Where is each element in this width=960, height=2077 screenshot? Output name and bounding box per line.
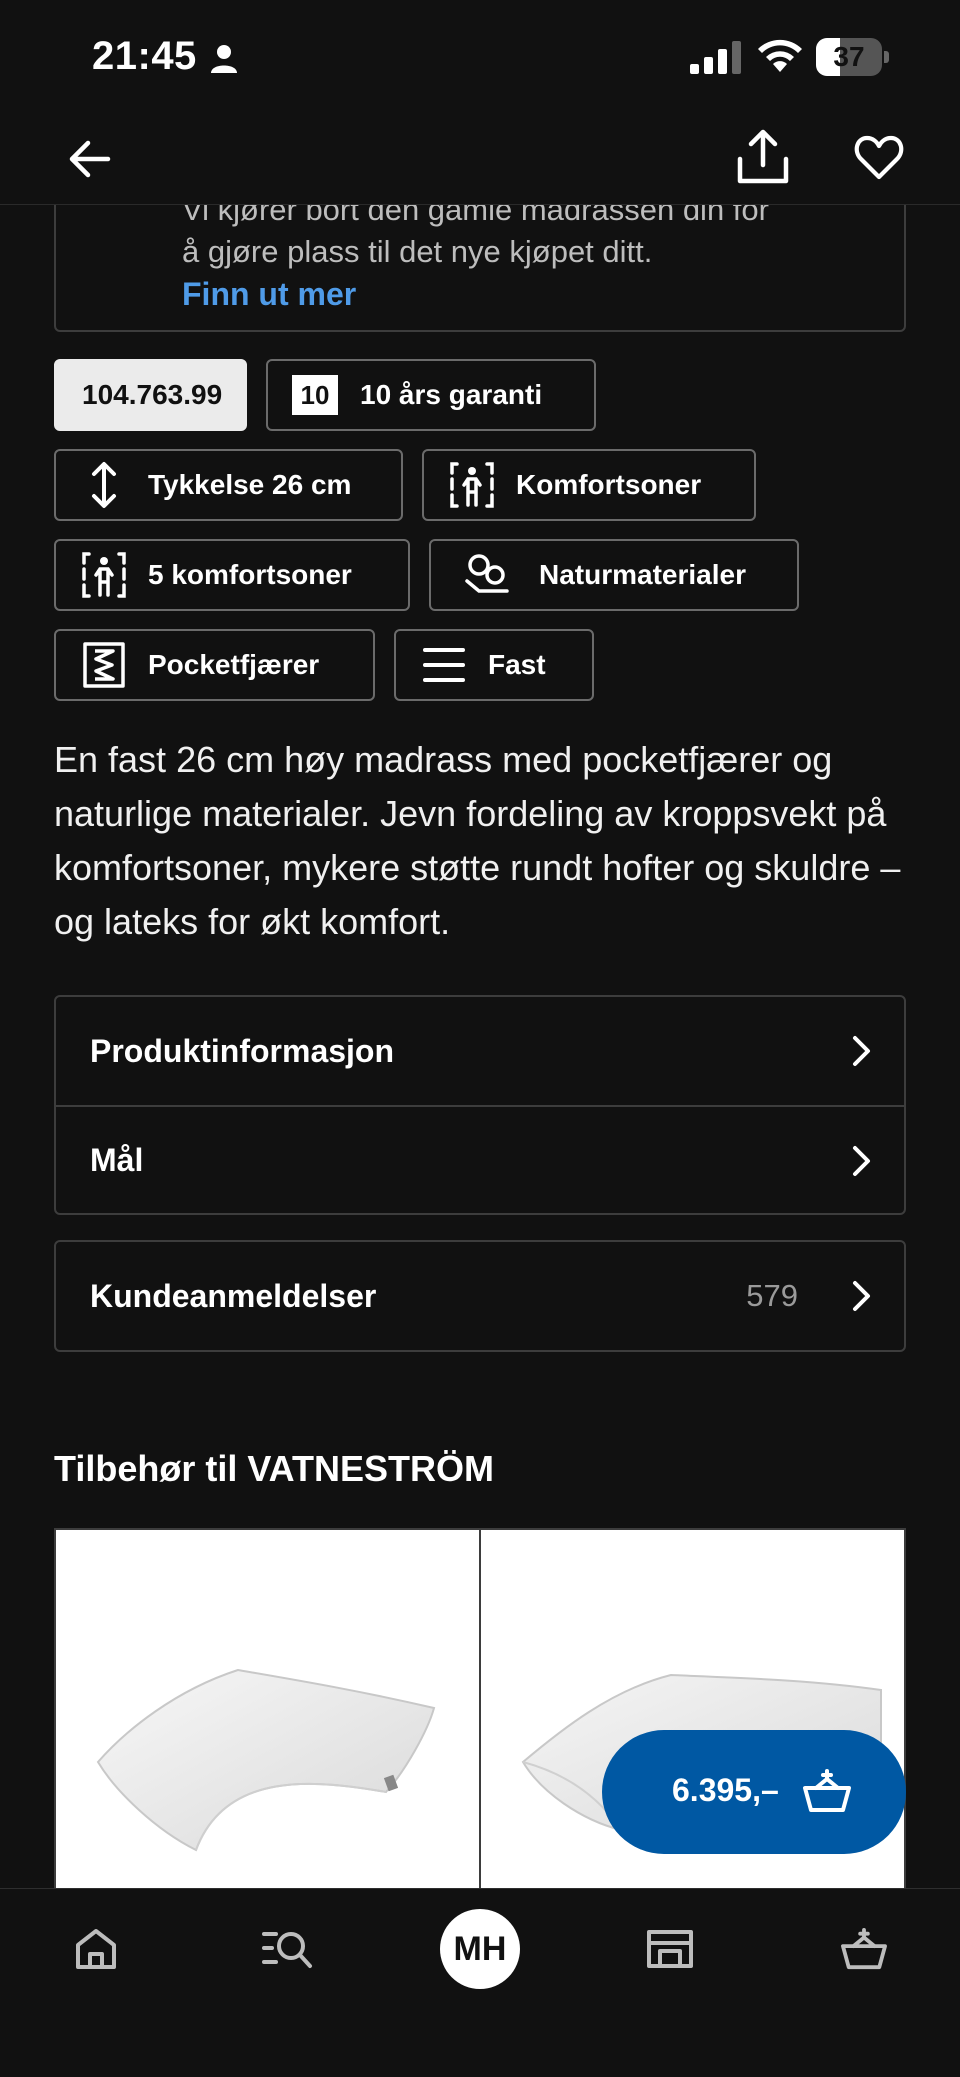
five-comfort-zones-chip[interactable]: 5 komfortsoner xyxy=(54,539,410,611)
chevron-right-icon xyxy=(853,1036,870,1066)
basket-icon xyxy=(841,1927,887,1970)
dimensions-label: Mål xyxy=(90,1141,144,1178)
top-navigation-bar xyxy=(0,115,960,205)
firmness-lines-icon xyxy=(420,641,468,689)
comfort-zones-chip[interactable]: Komfortsoner xyxy=(422,449,756,521)
customer-reviews-label: Kundeanmeldelser xyxy=(90,1277,377,1314)
add-to-cart-button[interactable]: 6.395,– xyxy=(602,1730,906,1854)
cart-price: 6.395,– xyxy=(672,1772,779,1808)
service-text-line-2: å gjøre plass til det nye kjøpet ditt. xyxy=(182,234,653,269)
product-information-label: Produktinformasjon xyxy=(90,1032,395,1069)
store-icon xyxy=(647,1930,693,1968)
dimensions-row[interactable]: Mål xyxy=(56,1105,904,1213)
natural-materials-label: Naturmaterialer xyxy=(539,559,746,590)
thickness-label: Tykkelse 26 cm xyxy=(148,469,352,500)
product-card[interactable] xyxy=(56,1530,479,1888)
comfort-zones-label: Komfortsoner xyxy=(516,469,702,500)
comfort-zones-icon xyxy=(80,551,128,599)
chevron-right-icon xyxy=(853,1146,870,1176)
warranty-label: 10 års garanti xyxy=(360,379,543,410)
arrow-left-icon[interactable] xyxy=(66,135,114,183)
tab-search[interactable] xyxy=(258,1919,318,1979)
pillow-image xyxy=(96,1668,436,1852)
tab-stores[interactable] xyxy=(640,1919,700,1979)
search-list-icon xyxy=(262,1932,312,1968)
reviews-count: 579 xyxy=(746,1278,798,1313)
chevron-right-icon xyxy=(853,1281,870,1311)
avatar[interactable]: MH xyxy=(440,1909,520,1989)
article-number: 104.763.99 xyxy=(82,379,223,410)
heart-icon[interactable] xyxy=(854,133,904,183)
vertical-arrows-icon xyxy=(80,461,128,509)
warranty-years-badge: 10 xyxy=(292,375,338,415)
natural-materials-icon xyxy=(463,551,511,599)
natural-materials-chip[interactable]: Naturmaterialer xyxy=(429,539,799,611)
firmness-label: Fast xyxy=(488,649,546,680)
accessories-heading: Tilbehør til VATNESTRÖM xyxy=(54,1448,494,1489)
firmness-chip[interactable]: Fast xyxy=(394,629,594,701)
reviews-box: Kundeanmeldelser 579 xyxy=(54,1240,906,1352)
five-comfort-zones-label: 5 komfortsoner xyxy=(148,559,352,590)
comfort-zones-icon xyxy=(448,461,496,509)
product-page-content[interactable]: Vi kjører bort den gamle madrassen din f… xyxy=(0,0,960,1888)
product-description: En fast 26 cm høy madrass med pocketfjær… xyxy=(54,739,901,942)
article-number-chip[interactable]: 104.763.99 xyxy=(54,359,247,431)
pocket-springs-chip[interactable]: Pocketfjærer xyxy=(54,629,375,701)
product-details-accordion: Produktinformasjon Mål xyxy=(54,995,906,1215)
pocket-springs-label: Pocketfjærer xyxy=(148,649,320,680)
home-icon xyxy=(76,1929,116,1969)
tab-home[interactable] xyxy=(66,1919,126,1979)
warranty-chip[interactable]: 10 10 års garanti xyxy=(266,359,596,431)
tab-basket[interactable] xyxy=(834,1919,894,1979)
add-to-basket-icon xyxy=(803,1769,851,1812)
product-information-row[interactable]: Produktinformasjon xyxy=(56,997,904,1105)
bottom-tab-bar: MH xyxy=(0,1888,960,2077)
learn-more-link[interactable]: Finn ut mer xyxy=(182,276,356,313)
pocket-spring-icon xyxy=(80,641,128,689)
share-icon[interactable] xyxy=(736,129,790,185)
customer-reviews-row[interactable]: Kundeanmeldelser 579 xyxy=(56,1242,904,1350)
thickness-chip[interactable]: Tykkelse 26 cm xyxy=(54,449,403,521)
